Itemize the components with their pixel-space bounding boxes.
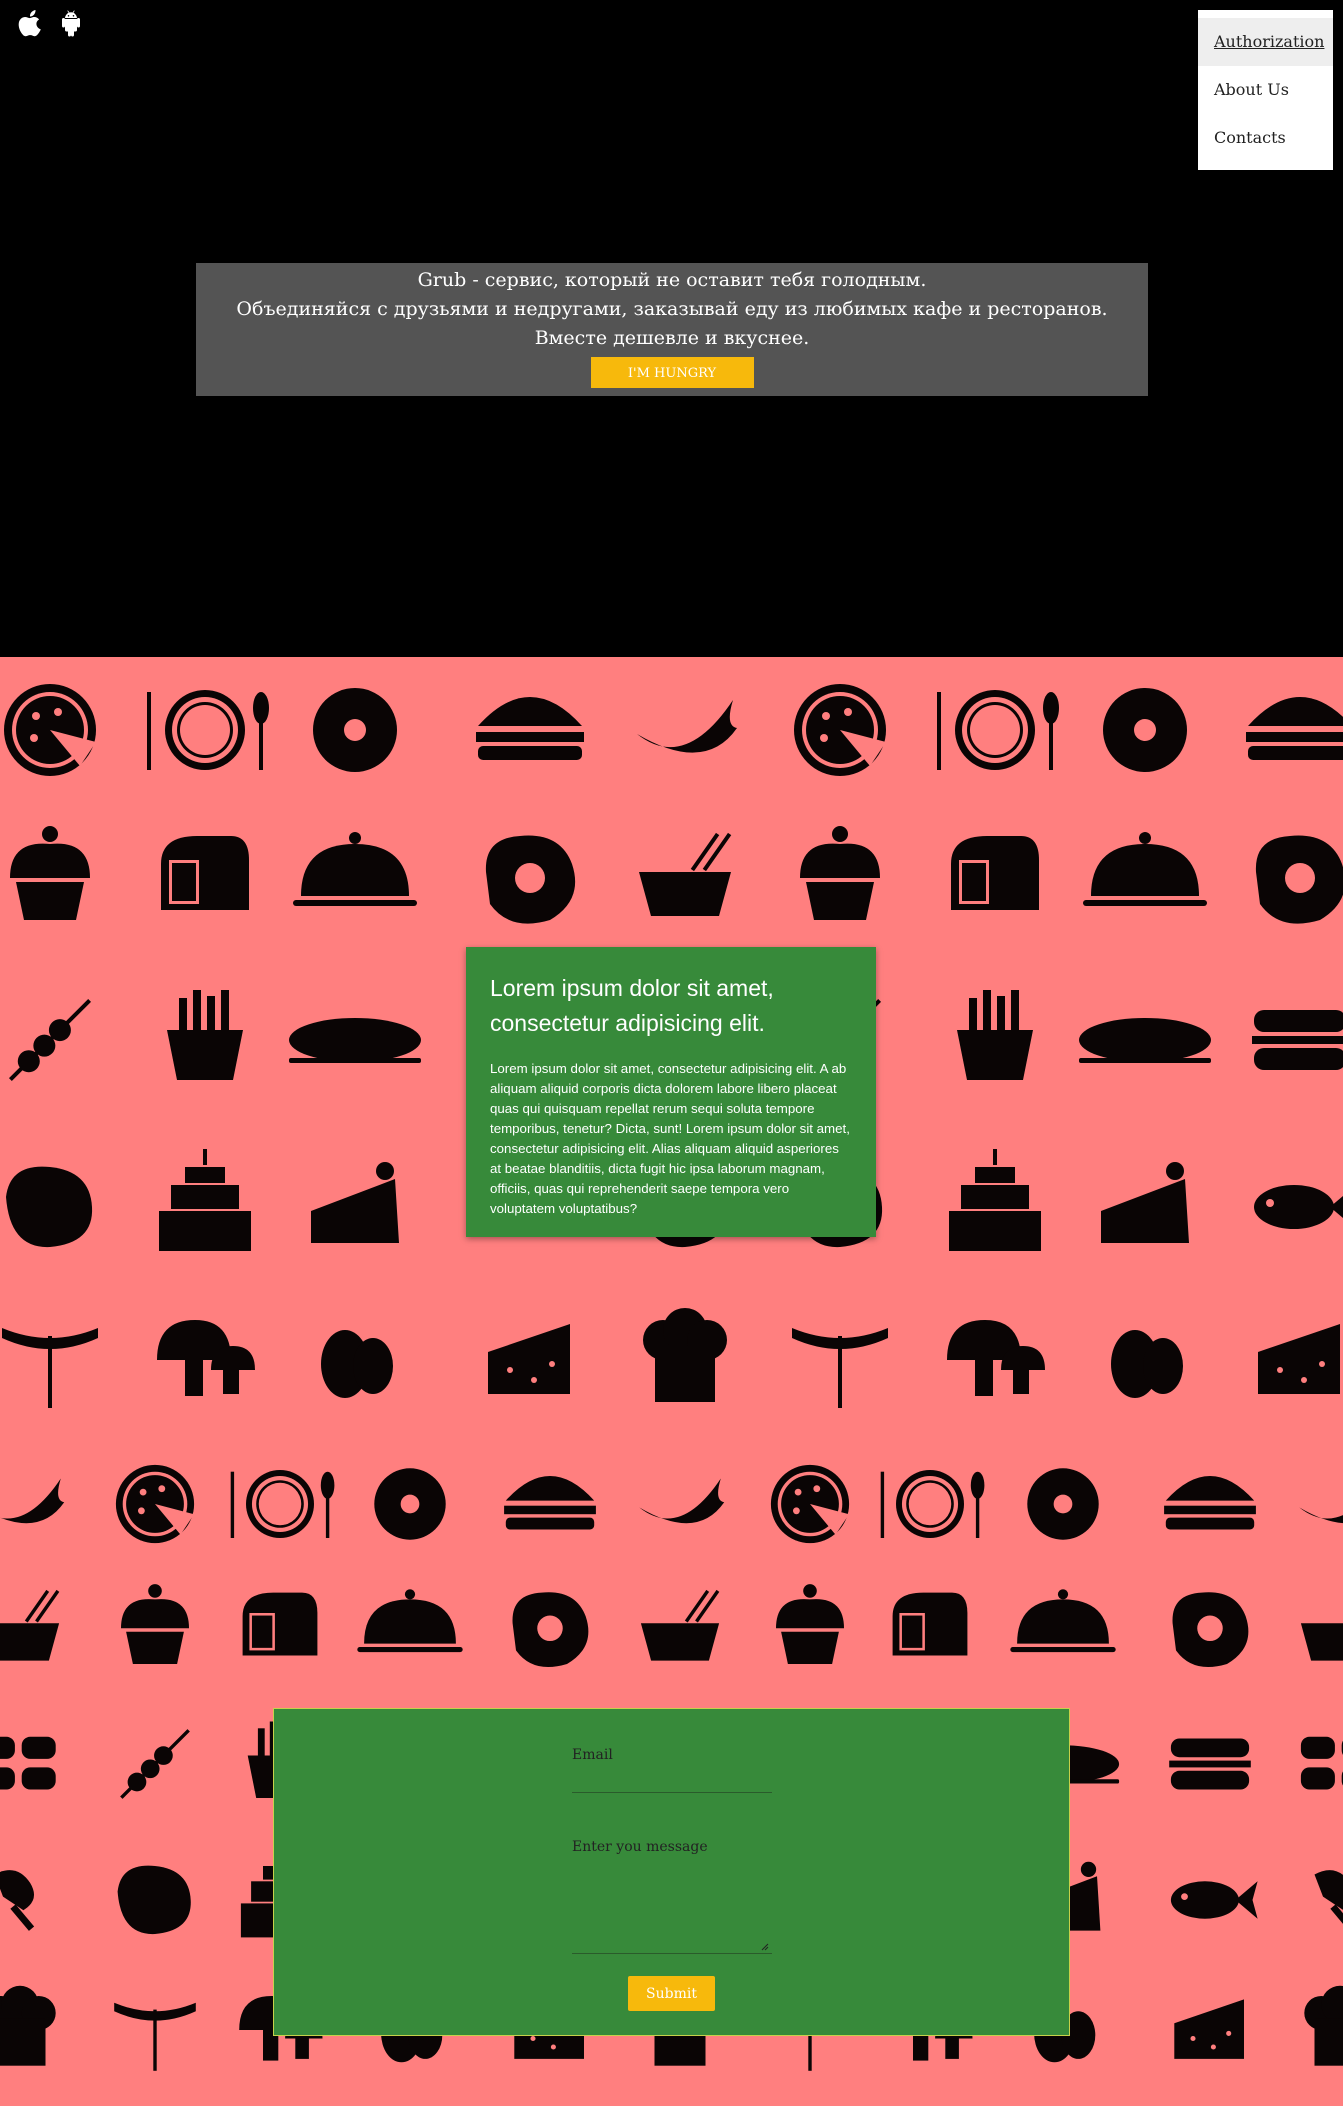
bread-icon <box>161 836 249 910</box>
drumstick-icon <box>0 1870 34 1931</box>
mushroom-icon <box>157 1320 255 1396</box>
fried-egg-icon <box>486 836 575 924</box>
birthday-cake-icon <box>949 1149 1041 1251</box>
pizza-icon <box>794 684 886 776</box>
cheese-icon <box>1258 1324 1340 1394</box>
noodle-bowl-icon <box>639 833 731 916</box>
eggs-icon <box>1111 1330 1183 1398</box>
nav-menu: Authorization About Us Contacts <box>1198 10 1333 170</box>
bread-icon <box>893 1593 968 1656</box>
baguette-icon <box>1079 1018 1211 1063</box>
fried-egg-icon <box>1173 1592 1249 1667</box>
cake-slice-icon <box>1101 1162 1189 1243</box>
chef-hat-icon <box>0 1986 56 2066</box>
sandwich-icon <box>1169 1739 1251 1790</box>
promo-line-3: Вместе дешевле и вкуснее. <box>196 324 1148 353</box>
donut-icon <box>374 1468 445 1539</box>
nav-authorization[interactable]: Authorization <box>1198 18 1333 66</box>
kebab-icon <box>3 993 98 1088</box>
cake-slice-icon <box>311 1162 399 1243</box>
bread-icon <box>951 836 1039 910</box>
plate-cutlery-icon <box>231 1470 335 1538</box>
fried-egg-icon <box>513 1592 589 1667</box>
cloche-icon <box>293 832 417 906</box>
burger-icon <box>504 1476 596 1530</box>
burger-icon <box>1246 697 1343 760</box>
sausage-fork-icon <box>114 2003 196 2071</box>
drumstick-icon <box>1315 1870 1343 1931</box>
resize-handle-icon[interactable] <box>761 1943 769 1951</box>
sausage-fork-icon <box>792 1328 888 1408</box>
cupcake-icon <box>800 826 880 920</box>
message-field[interactable] <box>572 1859 772 1954</box>
eggs-icon <box>321 1330 393 1398</box>
cupcake-icon <box>776 1584 844 1664</box>
cheese-icon <box>1174 1999 1244 2058</box>
croissant-icon <box>1299 1479 1343 1524</box>
fries-icon <box>957 990 1033 1080</box>
pizza-icon <box>116 1465 194 1543</box>
contact-form: Email Enter you message Submit <box>273 1708 1070 2036</box>
sushi-icon <box>1301 1737 1343 1790</box>
email-field-group: Email <box>572 1747 772 1793</box>
chef-hat-icon <box>1304 1986 1343 2066</box>
message-label: Enter you message <box>572 1839 772 1855</box>
fried-egg-icon <box>1256 836 1343 924</box>
kebab-icon <box>115 1724 196 1805</box>
apple-icon[interactable] <box>18 10 44 38</box>
fries-icon <box>167 990 243 1080</box>
cheese-icon <box>488 1324 570 1394</box>
croissant-icon <box>0 1479 64 1524</box>
donut-icon <box>1103 688 1187 772</box>
steak-icon <box>6 1167 92 1247</box>
cloche-icon <box>1010 1589 1115 1652</box>
plate-cutlery-icon <box>937 690 1059 770</box>
croissant-icon <box>637 700 737 753</box>
croissant-icon <box>639 1479 724 1524</box>
burger-icon <box>1164 1476 1256 1530</box>
email-field[interactable] <box>572 1765 772 1793</box>
hero-section: Authorization About Us Contacts Grub - с… <box>0 0 1343 657</box>
pizza-icon <box>771 1465 849 1543</box>
info-card: Lorem ipsum dolor sit amet, consectetur … <box>466 947 876 1237</box>
steak-icon <box>118 1866 191 1934</box>
promo-line-1: Grub - сервис, который не оставит тебя г… <box>196 266 1148 295</box>
email-label: Email <box>572 1747 772 1763</box>
sandwich-icon <box>1252 1010 1343 1070</box>
plate-cutlery-icon <box>147 690 269 770</box>
hungry-button[interactable]: I'M HUNGRY <box>591 357 754 388</box>
cupcake-icon <box>121 1584 189 1664</box>
baguette-icon <box>289 1018 421 1063</box>
cloche-icon <box>1083 832 1207 906</box>
noodle-bowl-icon <box>0 1590 59 1661</box>
noodle-bowl-icon <box>641 1590 719 1661</box>
birthday-cake-icon <box>159 1149 251 1251</box>
cupcake-icon <box>10 826 90 920</box>
info-card-title: Lorem ipsum dolor sit amet, consectetur … <box>490 971 852 1041</box>
bread-icon <box>243 1593 318 1656</box>
message-field-group: Enter you message <box>572 1839 772 1954</box>
info-card-body: Lorem ipsum dolor sit amet, consectetur … <box>490 1059 852 1219</box>
donut-icon <box>313 688 397 772</box>
noodle-bowl-icon <box>1301 1590 1343 1661</box>
plate-cutlery-icon <box>881 1470 985 1538</box>
platform-icons <box>18 10 84 38</box>
fish-icon <box>1254 1185 1343 1229</box>
submit-button[interactable]: Submit <box>628 1976 715 2011</box>
donut-icon <box>1027 1468 1098 1539</box>
android-icon[interactable] <box>58 10 84 38</box>
promo-banner: Grub - сервис, который не оставит тебя г… <box>196 263 1148 396</box>
sushi-icon <box>0 1737 56 1790</box>
chef-hat-icon <box>643 1308 727 1402</box>
mushroom-icon <box>947 1320 1045 1396</box>
promo-line-2: Объединяйся с друзьями и недругами, зака… <box>196 295 1148 324</box>
fish-icon <box>1171 1881 1258 1918</box>
nav-about-us[interactable]: About Us <box>1198 66 1333 114</box>
pizza-icon <box>4 684 96 776</box>
nav-contacts[interactable]: Contacts <box>1198 114 1333 162</box>
cloche-icon <box>357 1589 462 1652</box>
sausage-fork-icon <box>2 1328 98 1408</box>
burger-icon <box>476 697 584 760</box>
